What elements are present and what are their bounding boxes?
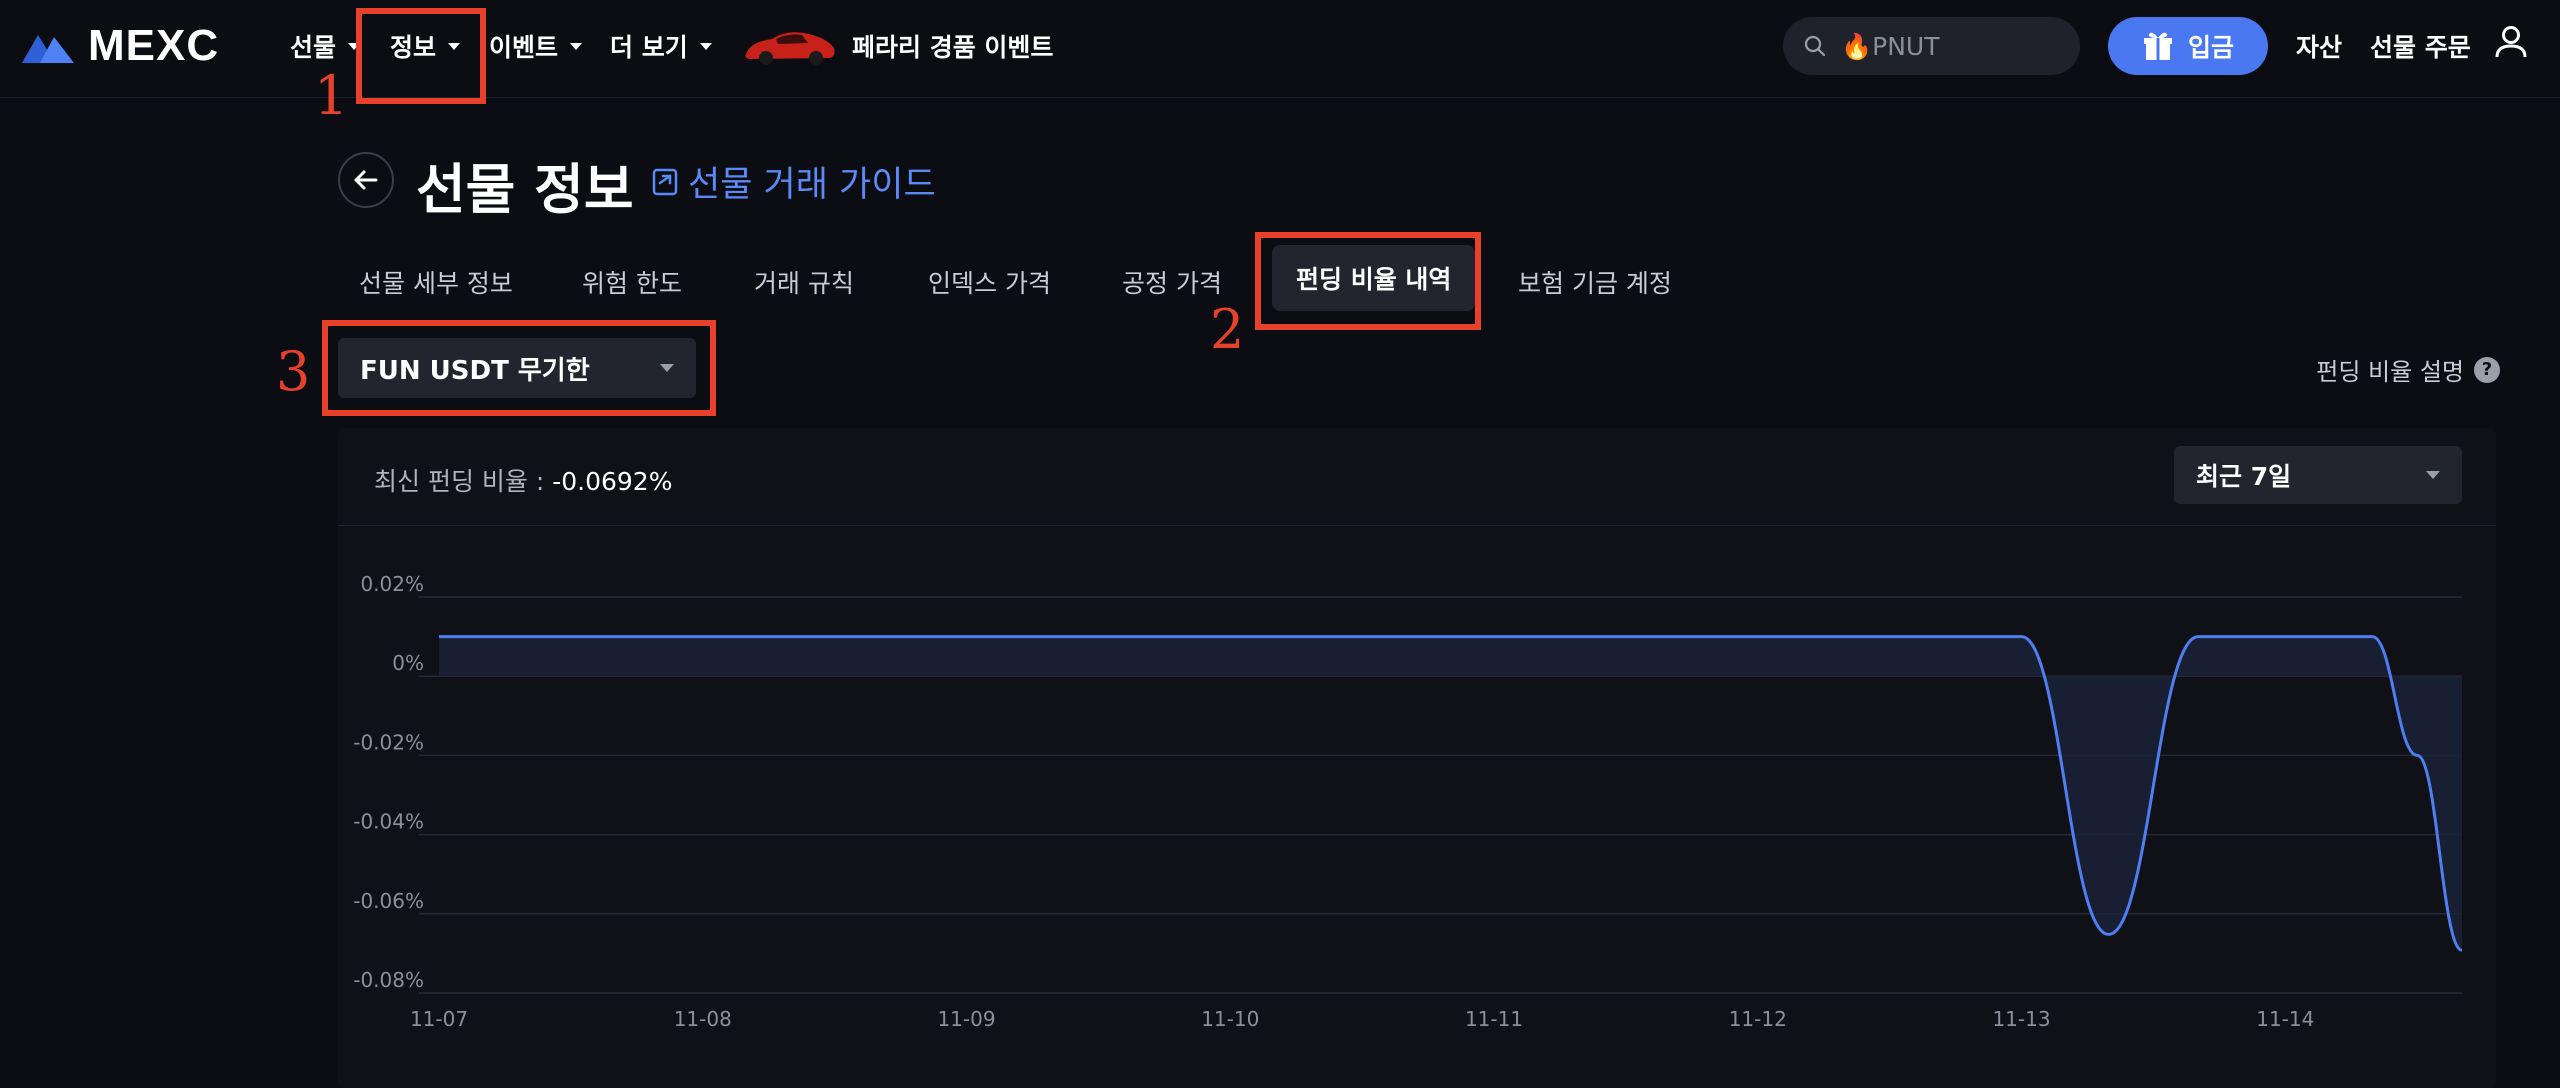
annotation-number-2: 2 xyxy=(1210,298,1245,361)
x-tick-label: 11-13 xyxy=(1992,1007,2050,1031)
gift-icon xyxy=(2143,32,2172,60)
y-tick-label: 0% xyxy=(392,651,424,675)
x-tick-label: 11-12 xyxy=(1729,1007,1787,1031)
y-tick-label: -0.08% xyxy=(353,968,424,992)
x-tick-label: 11-14 xyxy=(2256,1007,2314,1031)
futures-trading-guide-link[interactable]: 선물 거래 가이드 xyxy=(650,156,936,207)
user-icon xyxy=(2495,26,2527,58)
search-icon xyxy=(1804,35,1826,57)
search-box[interactable] xyxy=(1783,17,2080,75)
annotation-number-3: 3 xyxy=(276,340,311,403)
deposit-button[interactable]: 입금 xyxy=(2108,17,2268,75)
y-tick-label: 0.02% xyxy=(360,572,424,596)
x-tick-label: 11-07 xyxy=(410,1007,468,1031)
red-car-icon xyxy=(745,32,835,65)
funding-rate-area xyxy=(439,636,2462,951)
guide-book-icon xyxy=(652,168,678,195)
tab-insurance-fund[interactable]: 보험 기금 계정 xyxy=(1518,264,1672,300)
annotation-box-1 xyxy=(356,8,486,104)
assets-link[interactable]: 자산 xyxy=(2296,28,2342,64)
nav-more-label: 더 보기 xyxy=(610,33,688,62)
arrow-left-icon xyxy=(354,170,378,190)
search-input[interactable] xyxy=(1841,31,2041,61)
x-tick-label: 11-11 xyxy=(1465,1007,1523,1031)
funding-rate-chart: 0.02% 0% -0.02% -0.04% -0.06% -0.08% 11-07 11-0… xyxy=(353,572,2463,1031)
mexc-logo[interactable]: MEXC xyxy=(20,21,219,70)
chevron-down-icon xyxy=(699,42,712,50)
promo-label: 페라리 경품 이벤트 xyxy=(852,33,1054,62)
chevron-down-icon xyxy=(570,42,583,50)
back-button[interactable] xyxy=(338,152,394,208)
deposit-label: 입금 xyxy=(2187,33,2234,62)
y-tick-label: -0.04% xyxy=(353,810,424,834)
x-tick-label: 11-10 xyxy=(1201,1007,1259,1031)
nav-more[interactable]: 더 보기 xyxy=(610,28,712,64)
tab-risk-limit[interactable]: 위험 한도 xyxy=(582,264,682,300)
page-title: 선물 정보 xyxy=(416,158,634,221)
ferrari-promo-link[interactable]: 페라리 경품 이벤트 xyxy=(742,24,1053,68)
mexc-logo-mark-icon xyxy=(22,35,74,63)
user-profile-button[interactable] xyxy=(2494,24,2528,64)
funding-rate-explanation-label: 펀딩 비율 설명 xyxy=(2316,358,2464,386)
nav-futures-label: 선물 xyxy=(290,33,337,62)
y-tick-label: -0.06% xyxy=(353,889,424,913)
tab-index-price[interactable]: 인덱스 가격 xyxy=(928,264,1051,300)
guide-link-label: 선물 거래 가이드 xyxy=(688,165,936,205)
futures-orders-link[interactable]: 선물 주문 xyxy=(2370,28,2471,64)
y-tick-label: -0.02% xyxy=(353,730,424,754)
nav-events-label: 이벤트 xyxy=(489,33,559,62)
annotation-number-1: 1 xyxy=(314,64,349,127)
nav-futures[interactable]: 선물 xyxy=(290,28,361,64)
funding-rate-explanation-link[interactable]: 펀딩 비율 설명 ? xyxy=(2316,352,2500,387)
funding-rate-chart-panel: 최신 펀딩 비율 : -0.0692% 최근 7일 0.02% 0% -0.02% -… xyxy=(338,428,2496,1088)
tab-trading-rules[interactable]: 거래 규칙 xyxy=(754,264,854,300)
x-tick-label: 11-09 xyxy=(937,1007,995,1031)
nav-events[interactable]: 이벤트 xyxy=(489,28,583,64)
tab-fair-price[interactable]: 공정 가격 xyxy=(1122,264,1222,300)
tab-contract-details[interactable]: 선물 세부 정보 xyxy=(359,264,513,300)
annotation-box-2 xyxy=(1255,232,1481,330)
brand-name: MEXC xyxy=(88,21,220,70)
annotation-box-3 xyxy=(322,320,716,416)
question-mark-icon: ? xyxy=(2474,356,2500,383)
x-tick-label: 11-08 xyxy=(674,1007,732,1031)
